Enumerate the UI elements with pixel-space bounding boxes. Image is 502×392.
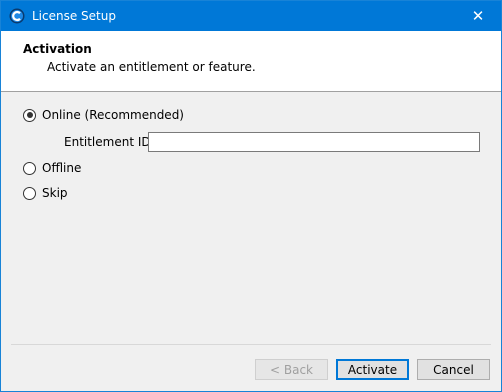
app-logo-icon [9, 8, 25, 24]
entitlement-id-input[interactable] [148, 132, 480, 152]
title-bar[interactable]: License Setup ✕ [1, 1, 501, 31]
radio-online-label[interactable]: Online (Recommended) [42, 108, 184, 122]
cancel-button[interactable]: Cancel [417, 359, 490, 380]
page-subtitle: Activate an entitlement or feature. [47, 60, 256, 74]
radio-online[interactable]: Online (Recommended) [23, 108, 184, 122]
license-setup-window: License Setup ✕ Activation Activate an e… [0, 0, 502, 392]
window-title: License Setup [32, 9, 116, 23]
activate-button[interactable]: Activate [336, 359, 409, 380]
back-button[interactable]: < Back [255, 359, 328, 380]
entitlement-id-label: Entitlement ID: [64, 135, 155, 149]
close-button[interactable]: ✕ [455, 1, 501, 31]
header-panel: Activation Activate an entitlement or fe… [1, 31, 501, 92]
radio-offline-label[interactable]: Offline [42, 161, 81, 175]
footer-divider [11, 344, 491, 345]
radio-offline-button[interactable] [23, 161, 36, 175]
close-icon: ✕ [471, 7, 485, 25]
radio-skip-button[interactable] [23, 186, 36, 200]
radio-skip[interactable]: Skip [23, 186, 68, 200]
radio-online-button[interactable] [23, 108, 36, 122]
page-title: Activation [23, 42, 92, 56]
radio-skip-label[interactable]: Skip [42, 186, 68, 200]
radio-offline[interactable]: Offline [23, 161, 81, 175]
